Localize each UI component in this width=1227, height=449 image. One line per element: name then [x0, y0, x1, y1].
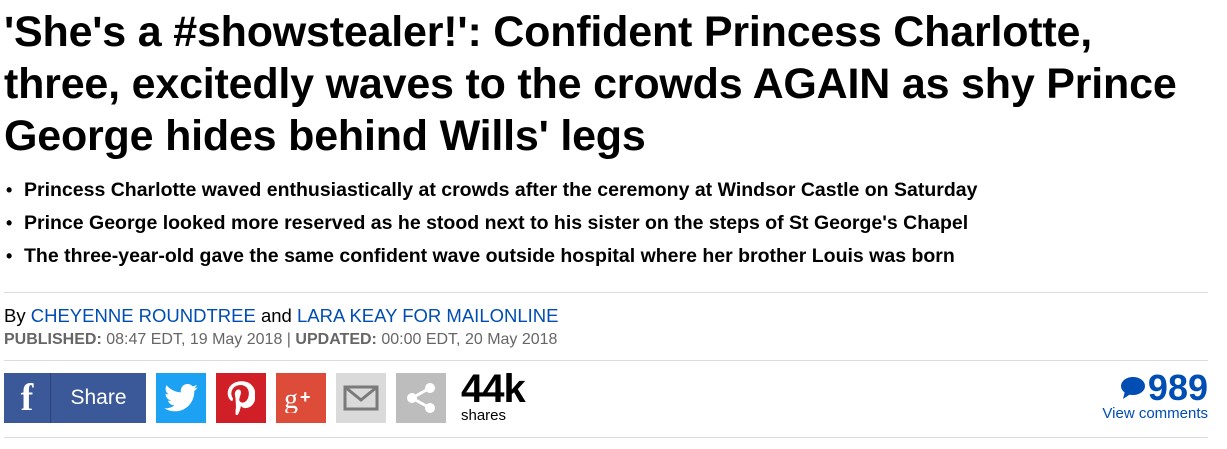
byline-joiner: and: [260, 305, 292, 326]
summary-bullet: • The three-year-old gave the same confid…: [4, 240, 1219, 273]
article-summary-list: • Princess Charlotte waved enthusiastical…: [4, 174, 1219, 273]
email-icon: [343, 385, 379, 411]
author-link-1[interactable]: CHEYENNE ROUNDTREE: [31, 305, 256, 326]
comments-count-row: 989: [1102, 368, 1208, 408]
article-dates: PUBLISHED: 08:47 EDT, 19 May 2018 | UPDA…: [4, 331, 557, 349]
twitter-share-button[interactable]: [156, 373, 206, 423]
svg-text:+: +: [300, 387, 311, 407]
facebook-share-label: Share: [70, 386, 127, 409]
share-count: 44k shares: [461, 367, 526, 424]
comments-count: 989: [1147, 367, 1208, 408]
facebook-share-button[interactable]: f Share: [4, 373, 146, 423]
summary-bullet: • Prince George looked more reserved as h…: [4, 207, 1219, 240]
summary-bullet: • Princess Charlotte waved enthusiastical…: [4, 174, 1219, 207]
summary-text: Prince George looked more reserved as he…: [24, 212, 969, 234]
bullet-dot: •: [6, 180, 13, 200]
googleplus-share-button[interactable]: g +: [276, 373, 326, 423]
dates-separator: |: [286, 331, 291, 348]
bullet-dot: •: [6, 246, 13, 266]
svg-text:g: g: [284, 384, 298, 413]
published-date: 08:47 EDT, 19 May 2018: [106, 331, 283, 348]
more-share-button[interactable]: [396, 373, 446, 423]
bullet-dot: •: [6, 213, 13, 233]
divider-top: [4, 292, 1208, 293]
divider-middle: [4, 360, 1208, 361]
divider-bottom: [4, 437, 1208, 438]
share-icon: [407, 383, 435, 413]
twitter-icon: [164, 384, 198, 412]
updated-label: UPDATED:: [295, 331, 377, 348]
updated-date: 00:00 EDT, 20 May 2018: [381, 331, 558, 348]
pinterest-icon: [227, 381, 255, 415]
published-label: PUBLISHED:: [4, 331, 102, 348]
facebook-icon: f: [4, 373, 51, 423]
email-share-button[interactable]: [336, 373, 386, 423]
summary-text: Princess Charlotte waved enthusiasticall…: [24, 179, 978, 201]
byline: By CHEYENNE ROUNDTREE and LARA KEAY FOR …: [4, 305, 558, 327]
pinterest-share-button[interactable]: [216, 373, 266, 423]
article-headline: 'She's a #showstealer!': Confident Princ…: [4, 8, 1177, 160]
summary-text: The three-year-old gave the same confide…: [24, 245, 955, 267]
comments-link[interactable]: 989 View comments: [1102, 368, 1208, 423]
author-link-2[interactable]: LARA KEAY FOR MAILONLINE: [297, 305, 558, 326]
googleplus-icon: g +: [284, 384, 311, 413]
share-count-number: 44k: [461, 367, 526, 411]
view-comments-label: View comments: [1102, 405, 1208, 422]
byline-prefix: By: [4, 305, 26, 326]
comment-bubble-icon: [1120, 377, 1145, 399]
